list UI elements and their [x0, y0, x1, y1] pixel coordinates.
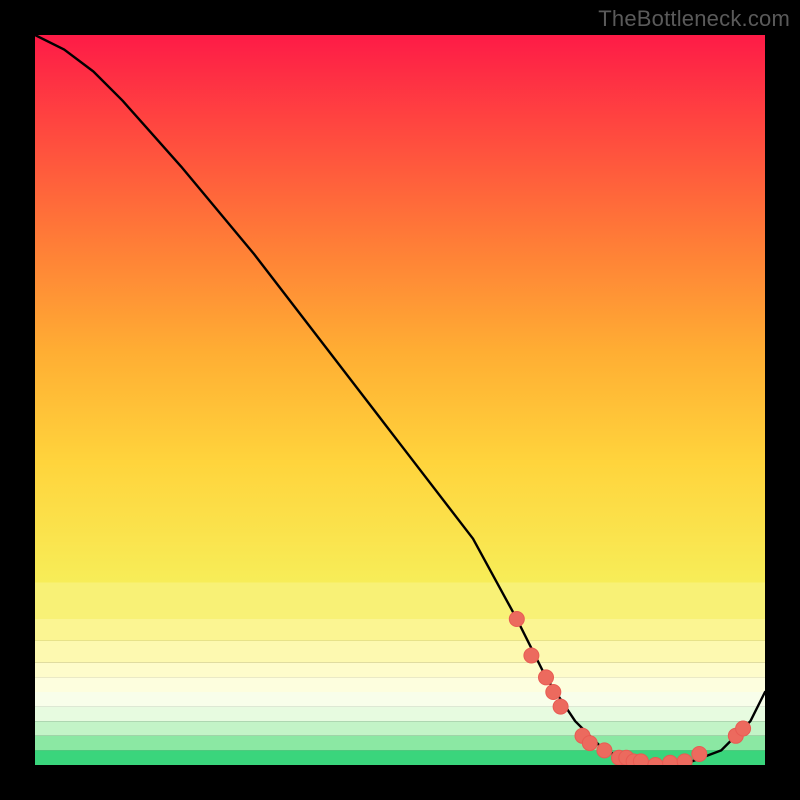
data-marker	[524, 648, 539, 663]
heat-band	[35, 677, 765, 692]
data-marker	[546, 685, 561, 700]
data-marker	[677, 754, 692, 765]
data-marker	[539, 670, 554, 685]
chart-frame: TheBottleneck.com	[0, 0, 800, 800]
watermark-text: TheBottleneck.com	[598, 6, 790, 32]
heat-band	[35, 663, 765, 678]
heat-band	[35, 692, 765, 707]
data-marker	[736, 721, 751, 736]
heat-band	[35, 35, 765, 583]
data-marker	[582, 736, 597, 751]
data-marker	[553, 699, 568, 714]
data-marker	[633, 754, 648, 765]
heat-band	[35, 619, 765, 641]
plot-area	[35, 35, 765, 765]
chart-svg	[35, 35, 765, 765]
heat-band	[35, 721, 765, 736]
data-marker	[597, 743, 612, 758]
heat-band	[35, 707, 765, 722]
heat-band	[35, 583, 765, 620]
data-marker	[509, 612, 524, 627]
data-marker	[692, 747, 707, 762]
heat-band	[35, 641, 765, 663]
heat-band	[35, 736, 765, 751]
